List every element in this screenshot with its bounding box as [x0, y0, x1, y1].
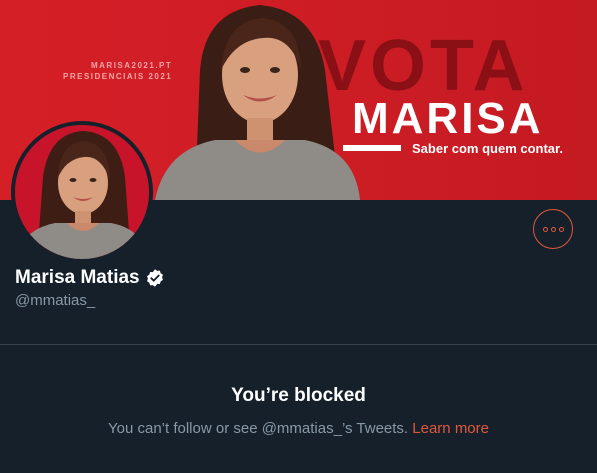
blocked-title: You’re blocked: [231, 385, 366, 406]
profile-name: Marisa Matias: [15, 267, 140, 288]
more-options-icon: [542, 226, 548, 232]
verified-badge-icon: [146, 269, 163, 287]
learn-more-link[interactable]: Learn more: [412, 420, 489, 437]
more-options-icon-dot: [550, 226, 556, 232]
more-options-button[interactable]: [533, 209, 573, 249]
banner-vota-text: VOTA: [318, 26, 529, 106]
profile-handle: @mmatias_: [15, 292, 96, 309]
banner-marisa-text: MARISA: [352, 94, 544, 143]
section-divider: [0, 344, 597, 345]
more-options-icon-dot: [558, 226, 564, 232]
profile-avatar[interactable]: [11, 121, 153, 263]
profile-name-row: Marisa Matias: [15, 266, 165, 290]
avatar-portrait-image: [15, 125, 149, 259]
banner-slogan: Saber com quem contar.: [412, 141, 563, 156]
blocked-message: You can’t follow or see @mmatias_’s Twee…: [108, 420, 409, 437]
blocked-message-row: You can’t follow or see @mmatias_’s Twee…: [0, 419, 597, 439]
banner-divider-bar: [343, 145, 401, 151]
